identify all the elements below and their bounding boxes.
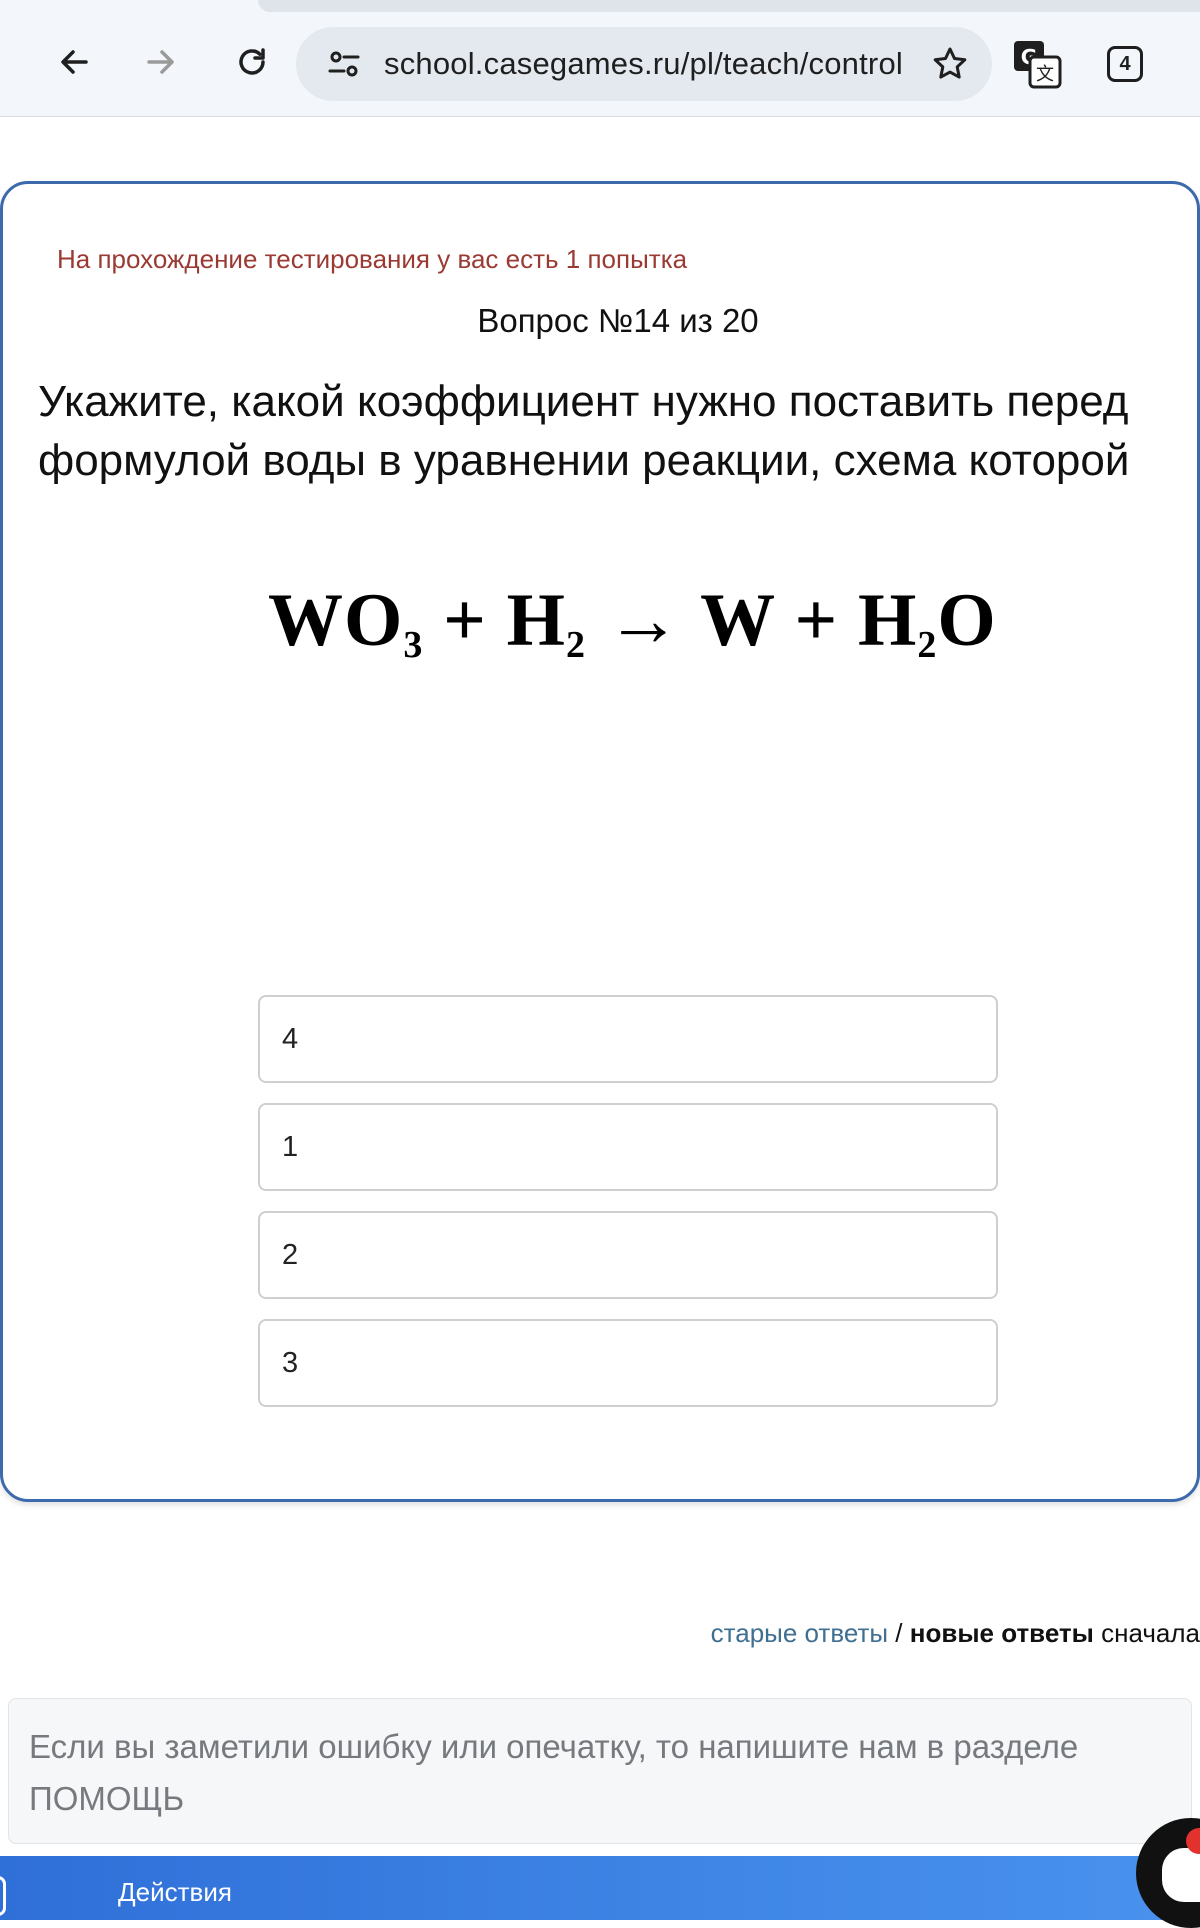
old-answers-link[interactable]: старые ответы <box>711 1618 888 1648</box>
tabs-count: 4 <box>1119 52 1131 75</box>
back-button[interactable] <box>44 32 104 92</box>
attempts-note: На прохождение тестирования у вас есть 1… <box>57 244 688 274</box>
sort-separator: / <box>895 1618 903 1648</box>
answers-sort: старые ответы / новые ответы сначала <box>711 1618 1200 1649</box>
formula-subscript: 2 <box>565 624 586 666</box>
help-notice: Если вы заметили ошибку или опечатку, то… <box>8 1698 1192 1844</box>
answer-option[interactable]: 1 <box>258 1103 998 1191</box>
site-info-icon[interactable] <box>324 44 364 84</box>
answer-option-label: 2 <box>282 1239 299 1271</box>
formula-part: W <box>700 579 775 662</box>
translate-icon[interactable]: G 文 <box>1010 37 1064 91</box>
browser-toolbar: school.casegames.ru/pl/teach/control G 文… <box>0 0 1200 117</box>
tabs-button[interactable]: 4 <box>1107 46 1143 82</box>
answer-option-label: 3 <box>282 1347 299 1379</box>
back-arrow-icon <box>61 50 88 74</box>
formula-plus: + <box>443 579 487 662</box>
new-answers-link[interactable]: новые ответы <box>910 1618 1094 1648</box>
svg-text:文: 文 <box>1036 64 1054 85</box>
formula-plus: + <box>794 579 839 662</box>
tab-strip <box>258 0 1200 12</box>
answer-option[interactable]: 2 <box>258 1211 998 1299</box>
star-icon[interactable] <box>930 44 970 84</box>
reaction-formula: WO3 + H2 → W + H2O <box>268 578 997 667</box>
address-bar[interactable]: school.casegames.ru/pl/teach/control <box>296 27 992 101</box>
formula-subscript: 3 <box>403 624 424 666</box>
answer-option[interactable]: 3 <box>258 1319 998 1407</box>
answer-option[interactable]: 4 <box>258 995 998 1083</box>
forward-button[interactable] <box>131 32 191 92</box>
question-text: Укажите, какой коэффициент нужно постави… <box>38 377 1130 485</box>
actions-button[interactable]: Действия <box>118 1856 232 1928</box>
formula-part: H <box>858 579 918 662</box>
sort-suffix: сначала <box>1101 1618 1200 1648</box>
answer-options: 4 1 2 3 <box>258 995 998 1427</box>
reload-button[interactable] <box>222 32 282 92</box>
url-text[interactable]: school.casegames.ru/pl/teach/control <box>384 27 903 101</box>
help-notice-text: Если вы заметили ошибку или опечатку, то… <box>29 1728 1079 1817</box>
formula-part: H <box>506 579 566 662</box>
formula-arrow: → <box>605 579 682 662</box>
question-counter: Вопрос №14 из 20 <box>477 302 759 339</box>
answer-option-label: 1 <box>282 1131 299 1163</box>
reload-icon <box>239 48 265 75</box>
formula-subscript: 2 <box>917 624 938 666</box>
bottom-actions-bar: Действия <box>0 1856 1200 1920</box>
answer-option-label: 4 <box>282 1023 299 1055</box>
forward-arrow-icon <box>147 50 174 74</box>
formula-part: O <box>937 579 997 662</box>
chat-bubble-icon <box>1162 1848 1200 1902</box>
menu-handle[interactable] <box>0 1876 6 1916</box>
formula-part: WO <box>268 579 404 662</box>
